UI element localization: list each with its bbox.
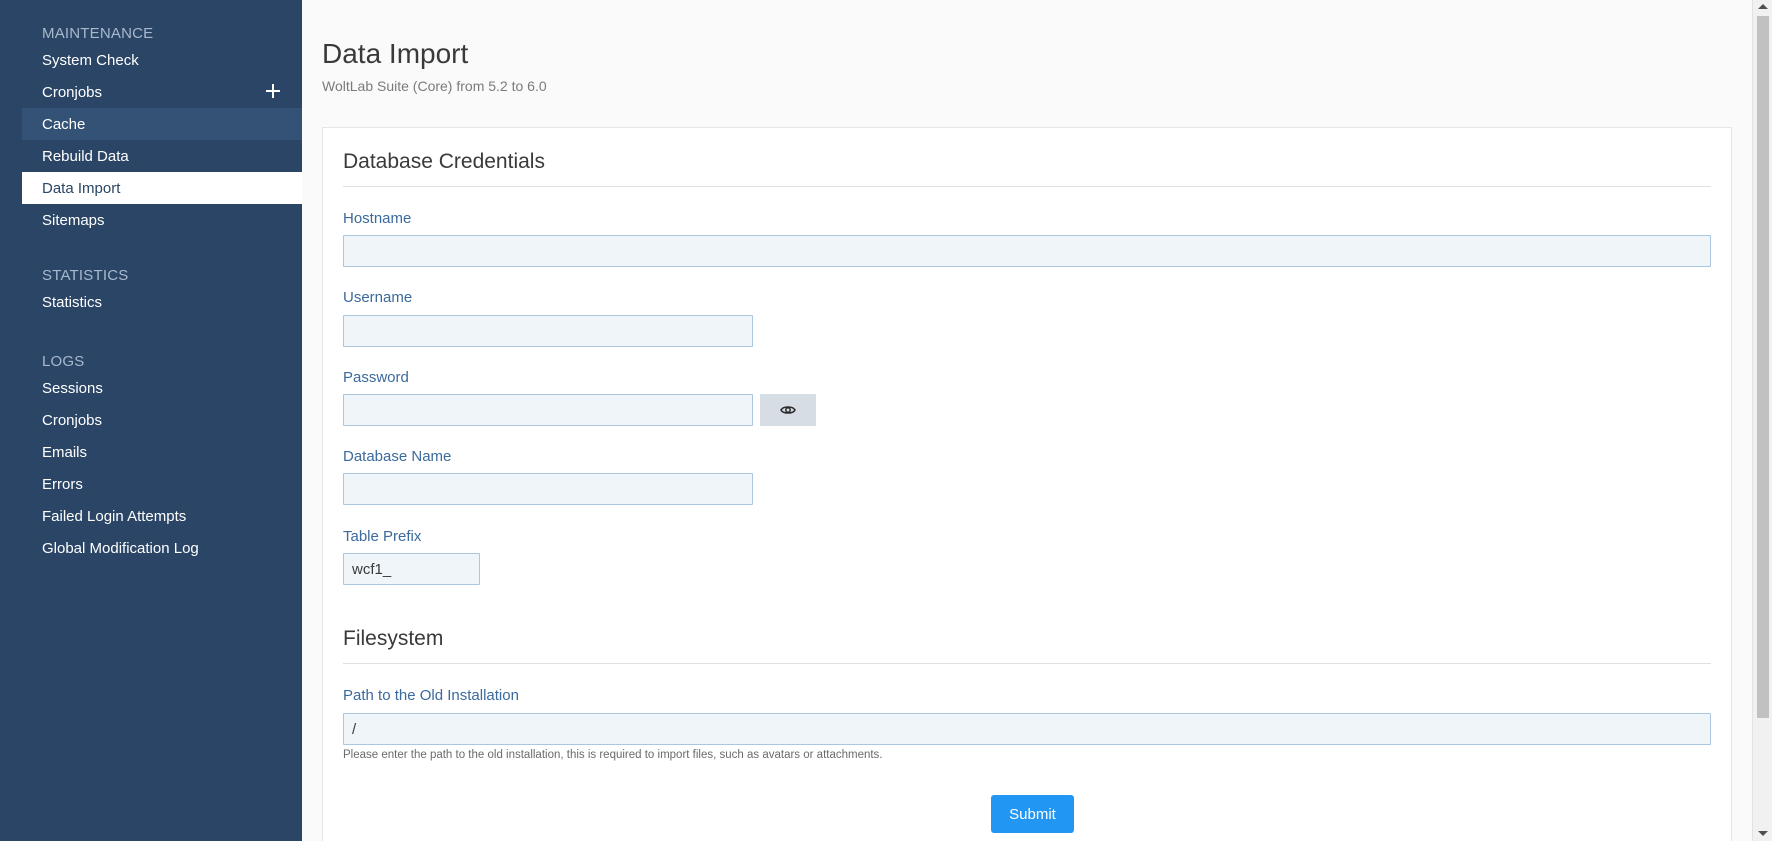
main-content: Data Import WoltLab Suite (Core) from 5.…: [302, 0, 1752, 841]
sidebar-section-maintenance: MAINTENANCE: [42, 25, 154, 42]
eye-icon: [780, 406, 796, 414]
sidebar-item-sessions[interactable]: Sessions: [22, 372, 302, 404]
sidebar-item-global-modification-log[interactable]: Global Modification Log: [22, 532, 302, 564]
plus-icon[interactable]: [266, 84, 280, 98]
sidebar-item-label: Sessions: [42, 379, 103, 397]
sidebar-item-label: Cronjobs: [42, 411, 103, 429]
sidebar-item-sitemaps[interactable]: Sitemaps: [22, 204, 302, 236]
sidebar-item-emails[interactable]: Emails: [22, 436, 302, 468]
username-input[interactable]: [343, 315, 753, 347]
database-name-input[interactable]: [343, 473, 753, 505]
sidebar-item-label: System Check: [42, 51, 139, 69]
table-prefix-input[interactable]: [343, 553, 480, 585]
sidebar-item-data-import[interactable]: Data Import: [22, 172, 302, 204]
path-label: Path to the Old Installation: [343, 687, 519, 704]
section-divider: [343, 186, 1711, 187]
sidebar-item-label: Statistics: [42, 293, 103, 311]
sidebar-section-logs: LOGS: [42, 353, 85, 370]
path-help-text: Please enter the path to the old install…: [343, 749, 883, 761]
database-name-label: Database Name: [343, 448, 452, 465]
scroll-thumb[interactable]: [1757, 16, 1769, 718]
section-divider: [343, 663, 1711, 664]
sidebar-section-statistics: STATISTICS: [42, 267, 129, 284]
sidebar-edge: [0, 0, 22, 841]
sidebar-item-cronjobs[interactable]: Cronjobs: [22, 76, 302, 108]
sidebar-item-cache[interactable]: Cache: [22, 108, 302, 140]
hostname-label: Hostname: [343, 210, 412, 227]
page-title: Data Import: [322, 38, 469, 69]
sidebar-item-errors[interactable]: Errors: [22, 468, 302, 500]
sidebar-item-label: Failed Login Attempts: [42, 507, 187, 525]
sidebar-item-label: Errors: [42, 475, 83, 493]
sidebar-item-label: Global Modification Log: [42, 539, 199, 557]
scroll-up-icon[interactable]: [1758, 4, 1768, 9]
page-subtitle: WoltLab Suite (Core) from 5.2 to 6.0: [322, 78, 547, 94]
sidebar-item-failed-login-attempts[interactable]: Failed Login Attempts: [22, 500, 302, 532]
sidebar-item-label: Cronjobs: [42, 83, 103, 101]
section-title-filesystem: Filesystem: [343, 627, 444, 650]
submit-button[interactable]: Submit: [991, 795, 1074, 833]
scroll-down-icon[interactable]: [1758, 831, 1768, 836]
sidebar-item-label: Rebuild Data: [42, 147, 129, 165]
password-input[interactable]: [343, 394, 753, 426]
hostname-input[interactable]: [343, 235, 1711, 267]
sidebar-item-rebuild-data[interactable]: Rebuild Data: [22, 140, 302, 172]
sidebar-item-label: Sitemaps: [42, 211, 105, 229]
table-prefix-label: Table Prefix: [343, 528, 422, 545]
path-input[interactable]: [343, 713, 1711, 745]
sidebar-item-statistics[interactable]: Statistics: [22, 286, 302, 318]
sidebar: MAINTENANCE System Check Cronjobs Cache …: [22, 0, 302, 841]
sidebar-item-cronjobs-log[interactable]: Cronjobs: [22, 404, 302, 436]
password-label: Password: [343, 369, 409, 386]
sidebar-item-system-check[interactable]: System Check: [22, 44, 302, 76]
import-form: Database Credentials Hostname Username P…: [322, 127, 1732, 841]
sidebar-item-label: Emails: [42, 443, 88, 461]
sidebar-item-label: Cache: [42, 115, 86, 133]
section-title-database-credentials: Database Credentials: [343, 150, 545, 173]
sidebar-item-label: Data Import: [42, 179, 121, 197]
username-label: Username: [343, 289, 413, 306]
show-password-button[interactable]: [760, 394, 816, 426]
page-scrollbar[interactable]: [1752, 0, 1772, 841]
